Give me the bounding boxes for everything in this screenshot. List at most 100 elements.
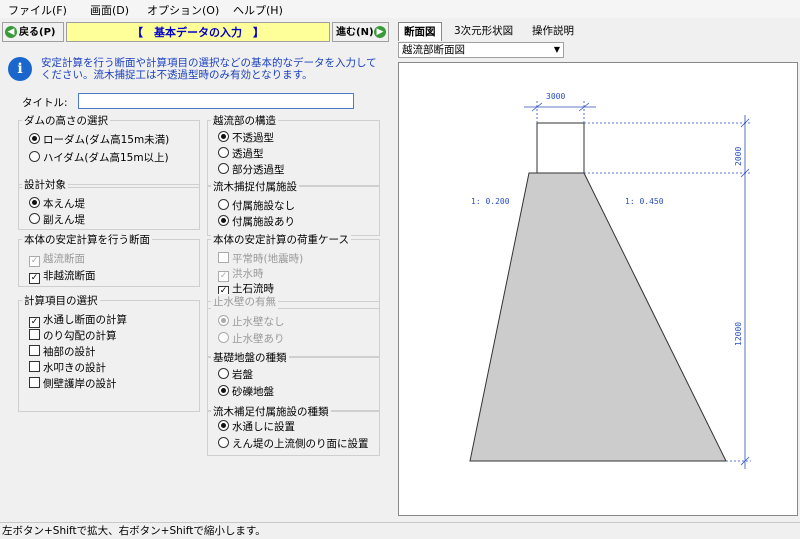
title-input[interactable] bbox=[78, 93, 354, 109]
overflow-impermeable-option[interactable]: 不透過型 bbox=[218, 130, 274, 145]
tab-help[interactable]: 操作説明 bbox=[527, 22, 579, 40]
option-label: 砂礫地盤 bbox=[232, 386, 274, 398]
target-main-option[interactable]: 本えん堤 bbox=[29, 196, 85, 211]
view-select[interactable]: 越流部断面図 ▼ bbox=[398, 42, 564, 58]
load-flood-option[interactable]: ✓ 洪水時 bbox=[218, 266, 264, 282]
crest-block-shape bbox=[536, 122, 585, 174]
overflow-partial-option[interactable]: 部分透過型 bbox=[218, 162, 285, 177]
info-icon: i bbox=[8, 57, 32, 81]
radio-checked-icon bbox=[29, 133, 40, 144]
calc-items-title: 計算項目の選択 bbox=[22, 293, 100, 308]
option-label: 止水壁なし bbox=[232, 316, 285, 328]
info-box: i 安定計算を行う断面や計算項目の選択などの基本的なデータを入力してください。流… bbox=[8, 55, 384, 87]
dam-height-low-option[interactable]: ローダム(ダム高15m未満) bbox=[29, 132, 169, 147]
checkbox-unchecked-icon bbox=[29, 345, 40, 356]
load-normal-option[interactable]: 平常時(地震時) bbox=[218, 251, 303, 266]
option-label: 洪水時 bbox=[232, 268, 264, 280]
load-case-title: 本体の安定計算の荷重ケース bbox=[211, 232, 351, 247]
width-dimension-label: 3000 bbox=[546, 92, 565, 101]
checkbox-unchecked-icon bbox=[29, 377, 40, 388]
calc-items-group: 計算項目の選択 ✓ 水通し断面の計算 のり勾配の計算 袖部の設計 水叩きの設計 側… bbox=[18, 293, 200, 412]
checkbox-checked-icon: ✓ bbox=[29, 256, 40, 267]
view-select-value: 越流部断面図 bbox=[402, 44, 465, 56]
menu-view[interactable]: 画面(D) bbox=[90, 2, 129, 18]
section-overflow-option[interactable]: ✓ 越流断面 bbox=[29, 251, 85, 267]
dam-body-shape bbox=[469, 172, 727, 462]
calc-slope-option[interactable]: のり勾配の計算 bbox=[29, 328, 117, 343]
debris-aux-group: 流木補足付属施設の種類 水通しに設置 えん堤の上流側のり面に設置 bbox=[207, 404, 380, 456]
option-label: 付属施設あり bbox=[232, 216, 295, 228]
stop-wall-none-option[interactable]: 止水壁なし bbox=[218, 314, 285, 329]
menu-file[interactable]: ファイル(F) bbox=[8, 2, 67, 18]
option-label: 部分透過型 bbox=[232, 164, 285, 176]
radio-unchecked-icon bbox=[218, 163, 229, 174]
section-group: 本体の安定計算を行う断面 ✓ 越流断面 ✓ 非越流断面 bbox=[18, 232, 200, 287]
option-label: ローダム(ダム高15m未満) bbox=[43, 134, 170, 146]
stop-wall-group: 止水壁の有無 止水壁なし 止水壁あり bbox=[207, 294, 380, 357]
info-text: 安定計算を行う断面や計算項目の選択などの基本的なデータを入力してください。流木捕… bbox=[41, 57, 377, 81]
option-label: 岩盤 bbox=[232, 369, 253, 381]
right-slope-label: 1: 0.450 bbox=[625, 197, 664, 206]
calc-water-option[interactable]: ✓ 水通し断面の計算 bbox=[29, 312, 127, 328]
foundation-rock-option[interactable]: 岩盤 bbox=[218, 367, 253, 382]
drawing-canvas[interactable]: 3000 2000 12000 1: 0.200 1: 0.450 bbox=[398, 62, 798, 516]
foundation-gravel-option[interactable]: 砂礫地盤 bbox=[218, 384, 274, 399]
next-button-label: 進む(N) bbox=[336, 27, 374, 38]
option-label: 本えん堤 bbox=[43, 198, 85, 210]
option-label: 非越流断面 bbox=[43, 270, 96, 282]
section-non-overflow-option[interactable]: ✓ 非越流断面 bbox=[29, 268, 96, 284]
arrow-right-icon: ▶ bbox=[374, 26, 386, 38]
debris-group: 流木捕捉付属施設 付属施設なし 付属施設あり bbox=[207, 179, 380, 236]
nav-bar: ◀ 戻る(P) 【 基本データの入力 】 進む(N) ▶ bbox=[2, 22, 389, 44]
target-sub-option[interactable]: 副えん堤 bbox=[29, 212, 85, 227]
target-title: 設計対象 bbox=[22, 177, 68, 192]
upper-height-label: 2000 bbox=[734, 147, 743, 166]
drawing-panel: 断面図 3次元形状図 操作説明 越流部断面図 ▼ 3000 2000 12000… bbox=[394, 19, 800, 519]
radio-checked-icon bbox=[29, 197, 40, 208]
chevron-down-icon: ▼ bbox=[553, 45, 560, 54]
radio-unchecked-icon bbox=[218, 332, 229, 343]
lower-height-label: 12000 bbox=[734, 322, 743, 346]
radio-unchecked-icon bbox=[218, 199, 229, 210]
section-title: 本体の安定計算を行う断面 bbox=[22, 232, 152, 247]
debris-none-option[interactable]: 付属施設なし bbox=[218, 198, 295, 213]
option-label: 水通しに設置 bbox=[232, 421, 295, 433]
menu-help[interactable]: ヘルプ(H) bbox=[233, 2, 283, 18]
back-button[interactable]: ◀ 戻る(P) bbox=[2, 22, 64, 42]
title-label: タイトル: bbox=[22, 97, 68, 109]
calc-wing-option[interactable]: 袖部の設計 bbox=[29, 344, 96, 359]
tab-3d[interactable]: 3次元形状図 bbox=[449, 22, 518, 40]
next-button[interactable]: 進む(N) ▶ bbox=[332, 22, 389, 42]
debris-aux-water-option[interactable]: 水通しに設置 bbox=[218, 419, 295, 434]
menu-bar: ファイル(F) 画面(D) オプション(O) ヘルプ(H) bbox=[0, 0, 800, 18]
option-label: 平常時(地震時) bbox=[232, 253, 304, 265]
debris-title: 流木捕捉付属施設 bbox=[211, 179, 299, 194]
calc-sidewall-option[interactable]: 側壁護岸の設計 bbox=[29, 376, 117, 391]
option-label: 副えん堤 bbox=[43, 214, 85, 226]
status-bar: 左ボタン+Shiftで拡大、右ボタン+Shiftで縮小します。 bbox=[0, 522, 800, 539]
option-label: 越流断面 bbox=[43, 253, 85, 265]
checkbox-unchecked-icon bbox=[29, 329, 40, 340]
option-label: 水通し断面の計算 bbox=[43, 314, 127, 326]
overflow-group: 越流部の構造 不透過型 透過型 部分透過型 bbox=[207, 113, 380, 186]
option-label: ハイダム(ダム高15m以上) bbox=[43, 152, 169, 164]
page-title: 【 基本データの入力 】 bbox=[66, 22, 330, 42]
overflow-permeable-option[interactable]: 透過型 bbox=[218, 146, 264, 161]
stop-wall-with-option[interactable]: 止水壁あり bbox=[218, 331, 285, 346]
arrow-left-icon: ◀ bbox=[5, 26, 17, 38]
debris-aux-slope-option[interactable]: えん堤の上流側のり面に設置 bbox=[218, 436, 369, 451]
option-label: えん堤の上流側のり面に設置 bbox=[232, 438, 369, 450]
calc-apron-option[interactable]: 水叩きの設計 bbox=[29, 360, 106, 375]
menu-options[interactable]: オプション(O) bbox=[147, 2, 219, 18]
left-slope-label: 1: 0.200 bbox=[471, 197, 510, 206]
foundation-title: 基礎地盤の種類 bbox=[211, 350, 289, 365]
dam-height-high-option[interactable]: ハイダム(ダム高15m以上) bbox=[29, 150, 169, 165]
stop-wall-title: 止水壁の有無 bbox=[211, 294, 278, 309]
radio-checked-icon bbox=[218, 315, 229, 326]
tab-section[interactable]: 断面図 bbox=[398, 22, 442, 41]
option-label: 袖部の設計 bbox=[43, 346, 96, 358]
debris-with-option[interactable]: 付属施設あり bbox=[218, 214, 295, 229]
option-label: のり勾配の計算 bbox=[43, 330, 117, 342]
overflow-title: 越流部の構造 bbox=[211, 113, 278, 128]
checkbox-unchecked-icon bbox=[29, 361, 40, 372]
